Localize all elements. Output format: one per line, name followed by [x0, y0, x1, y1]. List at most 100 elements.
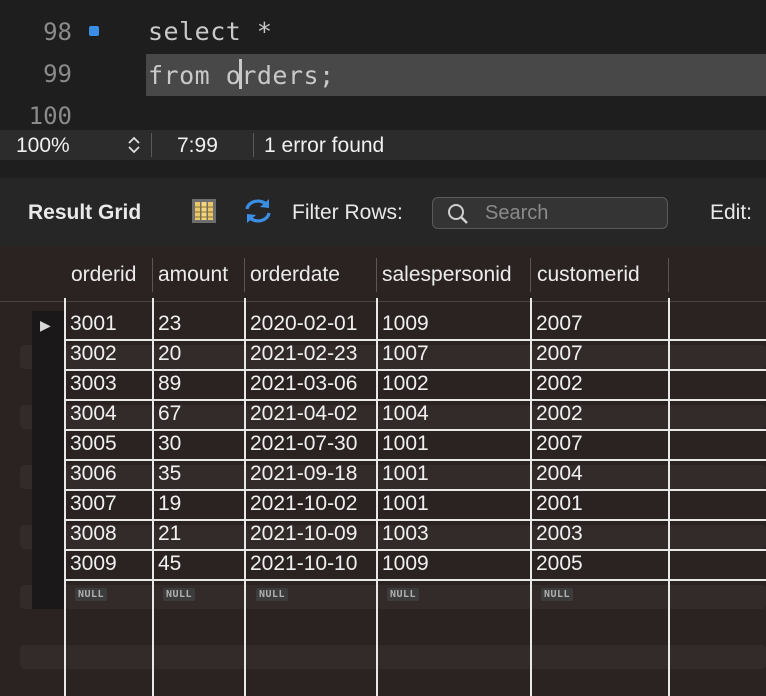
cell-orderdate[interactable]: 2021-03-06 — [250, 372, 357, 396]
cell-orderid[interactable]: 3003 — [70, 372, 117, 396]
null-placeholder[interactable]: NULL — [256, 588, 289, 601]
cell-amount[interactable]: 23 — [158, 312, 181, 336]
null-placeholder[interactable]: NULL — [163, 588, 196, 601]
code-after-caret: rders; — [241, 61, 335, 90]
cell-customerid[interactable]: 2007 — [536, 432, 583, 456]
cell-orderid[interactable]: 3001 — [70, 312, 117, 336]
cell-orderdate[interactable]: 2021-07-30 — [250, 432, 357, 456]
grid-view-icon[interactable] — [191, 197, 217, 225]
row-separator — [64, 369, 766, 371]
search-placeholder: Search — [485, 202, 549, 224]
cell-customerid[interactable]: 2002 — [536, 372, 583, 396]
result-grid[interactable]: ▶ orderid amount orderdate salespersonid… — [0, 246, 766, 696]
refresh-icon[interactable] — [241, 196, 275, 226]
null-placeholder[interactable]: NULL — [541, 588, 574, 601]
cursor-position: 7:99 — [177, 134, 218, 157]
column-header-customerid[interactable]: customerid — [537, 263, 640, 287]
cell-amount[interactable]: 19 — [158, 492, 181, 516]
grid-vline — [530, 298, 532, 696]
cell-customerid[interactable]: 2005 — [536, 552, 583, 576]
current-row-indicator: ▶ — [40, 317, 51, 333]
cell-orderdate[interactable]: 2021-10-09 — [250, 522, 357, 546]
row-separator — [64, 399, 766, 401]
column-header-amount[interactable]: amount — [158, 263, 228, 287]
code-text: select * — [148, 17, 273, 46]
cell-customerid[interactable]: 2002 — [536, 402, 583, 426]
sql-editor[interactable]: 98 select * 99 from orders; 100 — [0, 0, 766, 130]
cell-orderid[interactable]: 3007 — [70, 492, 117, 516]
cell-customerid[interactable]: 2003 — [536, 522, 583, 546]
cell-salespersonid[interactable]: 1007 — [382, 342, 429, 366]
header-divider — [530, 258, 531, 292]
cell-amount[interactable]: 89 — [158, 372, 181, 396]
zoom-level: 100% — [16, 134, 70, 157]
filter-search-input[interactable]: Search — [432, 197, 668, 229]
cell-customerid[interactable]: 2001 — [536, 492, 583, 516]
row-selector-gutter[interactable] — [32, 311, 64, 609]
editor-line-98[interactable]: 98 select * — [0, 12, 766, 54]
cell-salespersonid[interactable]: 1009 — [382, 552, 429, 576]
cell-amount[interactable]: 35 — [158, 462, 181, 486]
column-header-orderid[interactable]: orderid — [71, 263, 136, 287]
row-separator — [64, 429, 766, 431]
filter-rows-label: Filter Rows: — [292, 201, 403, 224]
cell-salespersonid[interactable]: 1004 — [382, 402, 429, 426]
header-divider — [668, 258, 669, 292]
cell-orderid[interactable]: 3008 — [70, 522, 117, 546]
cell-salespersonid[interactable]: 1001 — [382, 492, 429, 516]
editor-line-99[interactable]: 99 from orders; — [0, 54, 766, 96]
cell-salespersonid[interactable]: 1001 — [382, 432, 429, 456]
search-icon — [448, 204, 468, 224]
cell-salespersonid[interactable]: 1009 — [382, 312, 429, 336]
cell-orderid[interactable]: 3002 — [70, 342, 117, 366]
cell-orderdate[interactable]: 2021-02-23 — [250, 342, 357, 366]
grid-vline — [152, 298, 154, 696]
null-placeholder[interactable]: NULL — [75, 588, 108, 601]
header-divider — [244, 258, 245, 292]
cell-orderdate[interactable]: 2021-10-10 — [250, 552, 357, 576]
cell-customerid[interactable]: 2004 — [536, 462, 583, 486]
row-separator — [64, 519, 766, 521]
status-divider — [253, 133, 254, 157]
cell-amount[interactable]: 67 — [158, 402, 181, 426]
cell-orderdate[interactable]: 2020-02-01 — [250, 312, 357, 336]
cell-orderdate[interactable]: 2021-10-02 — [250, 492, 357, 516]
grid-vline — [244, 298, 246, 696]
cell-orderid[interactable]: 3009 — [70, 552, 117, 576]
error-message[interactable]: 1 error found — [264, 134, 384, 158]
line-number: 100 — [28, 102, 72, 130]
cell-salespersonid[interactable]: 1003 — [382, 522, 429, 546]
edit-label: Edit: — [710, 201, 753, 224]
row-separator — [64, 459, 766, 461]
grid-vline — [64, 298, 66, 696]
row-separator — [64, 579, 766, 581]
cell-orderid[interactable]: 3005 — [70, 432, 117, 456]
cell-amount[interactable]: 30 — [158, 432, 181, 456]
cell-salespersonid[interactable]: 1002 — [382, 372, 429, 396]
status-divider — [151, 133, 152, 157]
cell-orderdate[interactable]: 2021-04-02 — [250, 402, 357, 426]
result-grid-tab[interactable]: Result Grid — [28, 201, 141, 225]
cell-amount[interactable]: 20 — [158, 342, 181, 366]
editor-line-100[interactable]: 100 — [0, 96, 766, 130]
code-before-caret: from o — [148, 61, 242, 90]
cell-salespersonid[interactable]: 1001 — [382, 462, 429, 486]
row-separator — [64, 339, 766, 341]
code-text: from orders; — [148, 59, 335, 90]
header-bottom-border — [0, 301, 766, 302]
cell-customerid[interactable]: 2007 — [536, 312, 583, 336]
cell-orderdate[interactable]: 2021-09-18 — [250, 462, 357, 486]
header-divider — [376, 258, 377, 292]
cell-customerid[interactable]: 2007 — [536, 342, 583, 366]
zoom-stepper-icon[interactable] — [127, 135, 141, 155]
column-header-salespersonid[interactable]: salespersonid — [382, 263, 512, 287]
breakpoint-dot-icon[interactable] — [88, 25, 100, 37]
line-number: 99 — [43, 60, 72, 88]
cell-orderid[interactable]: 3004 — [70, 402, 117, 426]
row-band — [20, 645, 766, 669]
null-placeholder[interactable]: NULL — [387, 588, 420, 601]
cell-amount[interactable]: 21 — [158, 522, 181, 546]
column-header-orderdate[interactable]: orderdate — [250, 263, 340, 287]
cell-orderid[interactable]: 3006 — [70, 462, 117, 486]
cell-amount[interactable]: 45 — [158, 552, 181, 576]
